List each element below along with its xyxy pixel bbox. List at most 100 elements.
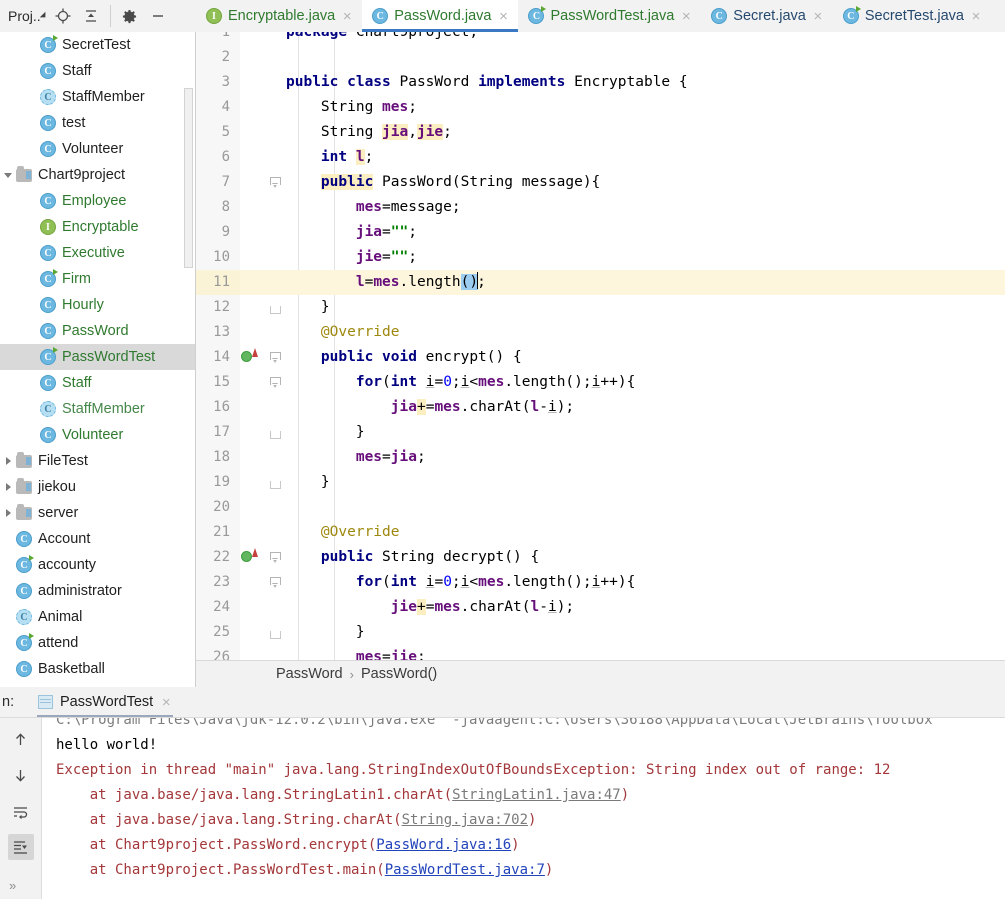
code-text[interactable] (286, 495, 1005, 520)
soft-wrap-icon[interactable] (8, 798, 34, 824)
sidebar-item-password[interactable]: C PassWord (0, 318, 195, 344)
code-line[interactable]: 14 public void encrypt() { (196, 345, 1005, 370)
locate-icon[interactable] (50, 3, 76, 29)
close-icon[interactable]: × (160, 695, 172, 710)
fold-toggle-icon[interactable] (264, 420, 286, 445)
sidebar-item-staff[interactable]: C Staff (0, 58, 195, 84)
override-marker-icon[interactable] (240, 545, 264, 570)
fold-toggle-icon[interactable] (264, 370, 286, 395)
project-dropdown[interactable]: Proj.. (6, 6, 48, 26)
project-tree-scrollbar[interactable] (184, 88, 193, 268)
code-line[interactable]: 8 mes=message; (196, 195, 1005, 220)
fold-toggle-icon[interactable] (264, 570, 286, 595)
code-line[interactable]: 1 package Chart9project; (196, 32, 1005, 45)
code-editor[interactable]: 1 package Chart9project; 2 3 public class Pa… (196, 32, 1005, 660)
chevron-right-icon[interactable] (0, 483, 16, 491)
code-line[interactable]: 3 public class PassWord implements Encryp… (196, 70, 1005, 95)
prev-occurrence-icon[interactable] (8, 726, 34, 752)
code-line[interactable]: 7 public PassWord(String message){ (196, 170, 1005, 195)
sidebar-item-jiekou[interactable]: jiekou (0, 474, 195, 500)
tab-secret-java[interactable]: C Secret.java × (701, 0, 833, 32)
code-line[interactable]: 24 jie+=mes.charAt(l-i); (196, 595, 1005, 620)
close-icon[interactable]: × (680, 9, 692, 24)
code-text[interactable]: mes=message; (286, 195, 1005, 220)
tab-encryptable-java[interactable]: I Encryptable.java × (196, 0, 362, 32)
code-text[interactable]: @Override (286, 320, 1005, 345)
fold-toggle-icon[interactable] (264, 470, 286, 495)
sidebar-item-account[interactable]: C Account (0, 526, 195, 552)
code-text[interactable]: for(int i=0;i<mes.length();i++){ (286, 370, 1005, 395)
breadcrumb-item-method[interactable]: PassWord() (361, 666, 437, 682)
code-line[interactable]: 18 mes=jia; (196, 445, 1005, 470)
sidebar-item-volunteer[interactable]: C Volunteer (0, 136, 195, 162)
chevron-right-icon[interactable] (0, 457, 16, 465)
stacktrace-link[interactable]: PassWordTest.java:7 (385, 862, 545, 878)
sidebar-item-employee[interactable]: C Employee (0, 188, 195, 214)
code-line[interactable]: 6 int l; (196, 145, 1005, 170)
sidebar-item-staffmember[interactable]: C StaffMember (0, 396, 195, 422)
sidebar-item-executive[interactable]: C Executive (0, 240, 195, 266)
fold-toggle-icon[interactable] (264, 295, 286, 320)
code-text[interactable]: jie+=mes.charAt(l-i); (286, 595, 1005, 620)
next-occurrence-icon[interactable] (8, 762, 34, 788)
run-tab-passwordtest[interactable]: PassWordTest × (30, 687, 180, 718)
collapse-all-icon[interactable] (78, 3, 104, 29)
breadcrumb-item-class[interactable]: PassWord (276, 666, 343, 682)
code-line[interactable]: 15 for(int i=0;i<mes.length();i++){ (196, 370, 1005, 395)
code-line[interactable]: 20 (196, 495, 1005, 520)
code-line[interactable]: 25 } (196, 620, 1005, 645)
code-text[interactable]: jia+=mes.charAt(l-i); (286, 395, 1005, 420)
sidebar-item-passwordtest[interactable]: C PassWordTest (0, 344, 195, 370)
code-line[interactable]: 19 } (196, 470, 1005, 495)
more-options-icon[interactable]: » (9, 878, 16, 893)
code-line[interactable]: 4 String mes; (196, 95, 1005, 120)
sidebar-item-firm[interactable]: C Firm (0, 266, 195, 292)
tab-password-java[interactable]: C PassWord.java × (362, 0, 519, 32)
chevron-down-icon[interactable] (0, 172, 16, 178)
code-line[interactable]: 9 jia=""; (196, 220, 1005, 245)
code-line[interactable]: 10 jie=""; (196, 245, 1005, 270)
sidebar-item-secrettest[interactable]: C SecretTest (0, 32, 195, 58)
code-line[interactable]: 16 jia+=mes.charAt(l-i); (196, 395, 1005, 420)
sidebar-item-hourly[interactable]: C Hourly (0, 292, 195, 318)
code-line[interactable]: 11 l=mes.length(); (196, 270, 1005, 295)
hide-panel-icon[interactable] (145, 3, 171, 29)
console-output[interactable]: C:\Program Files\Java\jdk-12.0.2\bin\jav… (42, 718, 1005, 899)
sidebar-item-staffmember[interactable]: C StaffMember (0, 84, 195, 110)
code-line[interactable]: 2 (196, 45, 1005, 70)
code-text[interactable]: l=mes.length(); (286, 270, 1005, 295)
close-icon[interactable]: × (970, 9, 982, 24)
code-text[interactable]: } (286, 295, 1005, 320)
scroll-to-end-icon[interactable] (7, 834, 34, 860)
fold-toggle-icon[interactable] (264, 170, 286, 195)
sidebar-item-volunteer[interactable]: C Volunteer (0, 422, 195, 448)
code-line[interactable]: 12 } (196, 295, 1005, 320)
code-text[interactable] (286, 45, 1005, 70)
sidebar-item-animal[interactable]: C Animal (0, 604, 195, 630)
fold-toggle-icon[interactable] (264, 620, 286, 645)
code-text[interactable]: } (286, 470, 1005, 495)
sidebar-item-accounty[interactable]: Caccounty (0, 552, 195, 578)
code-text[interactable]: public class PassWord implements Encrypt… (286, 70, 1005, 95)
code-text[interactable]: public String decrypt() { (286, 545, 1005, 570)
stacktrace-link[interactable]: String.java:702 (402, 812, 528, 828)
stacktrace-link[interactable]: PassWord.java:16 (376, 837, 511, 853)
code-line[interactable]: 23 for(int i=0;i<mes.length();i++){ (196, 570, 1005, 595)
sidebar-item-basketball[interactable]: C Basketball (0, 656, 195, 682)
code-text[interactable]: for(int i=0;i<mes.length();i++){ (286, 570, 1005, 595)
code-text[interactable]: public PassWord(String message){ (286, 170, 1005, 195)
override-marker-icon[interactable] (240, 345, 264, 370)
stacktrace-link[interactable]: StringLatin1.java:47 (452, 787, 621, 803)
close-icon[interactable]: × (341, 9, 353, 24)
code-text[interactable]: mes=jie; (286, 645, 1005, 660)
sidebar-item-server[interactable]: server (0, 500, 195, 526)
code-text[interactable]: } (286, 420, 1005, 445)
code-text[interactable]: public void encrypt() { (286, 345, 1005, 370)
sidebar-item-attend[interactable]: Cattend (0, 630, 195, 656)
sidebar-item-administrator[interactable]: Cadministrator (0, 578, 195, 604)
code-text[interactable]: @Override (286, 520, 1005, 545)
code-text[interactable]: String jia,jie; (286, 120, 1005, 145)
code-text[interactable]: int l; (286, 145, 1005, 170)
code-line[interactable]: 13 @Override (196, 320, 1005, 345)
sidebar-item-test[interactable]: Ctest (0, 110, 195, 136)
